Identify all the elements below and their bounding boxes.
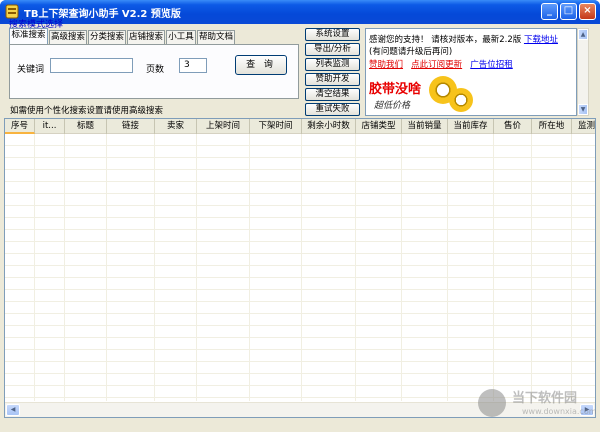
column-header[interactable]: it... (35, 119, 65, 134)
system-settings-button[interactable]: 系统设置 (305, 28, 360, 41)
sponsor-button[interactable]: 赞助开发 (305, 73, 360, 86)
results-table: 序号 it... 标题 链接 卖家 上架时间 下架时间 剩余小时数 店铺类型 当… (4, 118, 596, 418)
column-header[interactable]: 店铺类型 (356, 119, 402, 134)
subscribe-link[interactable]: 点此订阅更新 (411, 60, 462, 70)
grid-row-line (5, 182, 595, 194)
export-analyze-button[interactable]: 导出/分析 (305, 43, 360, 56)
query-button[interactable]: 查 询 (235, 55, 287, 75)
column-header[interactable]: 售价 (494, 119, 532, 134)
table-header: 序号 it... 标题 链接 卖家 上架时间 下架时间 剩余小时数 店铺类型 当… (5, 119, 595, 134)
grid-row-line (5, 158, 595, 170)
grid-row-line (5, 266, 595, 278)
grid-row-line (5, 242, 595, 254)
title-bar[interactable]: TB上下架查询小助手 V2.2 预览版 _ □ × (0, 0, 600, 24)
grid-row-line (5, 146, 595, 158)
info-line-3: 赞助我们 点此订阅更新 广告位招租 (369, 58, 513, 70)
grid-row-line (5, 314, 595, 326)
column-header[interactable]: 当前库存 (448, 119, 494, 134)
column-header[interactable]: 下架时间 (250, 119, 302, 134)
sponsor-link[interactable]: 赞助我们 (369, 60, 403, 70)
column-header[interactable]: 当前销量 (402, 119, 448, 134)
grid-row-line (5, 326, 595, 338)
grid-row-line (5, 290, 595, 302)
grid-row-line (5, 278, 595, 290)
column-header[interactable]: 监测 (572, 119, 595, 134)
tab-category-search[interactable]: 分类搜索 (88, 30, 126, 44)
grid-row-line (5, 338, 595, 350)
column-header[interactable]: 标题 (65, 119, 107, 134)
grid-row-line (5, 194, 595, 206)
grid-row-line (5, 170, 595, 182)
upgrade-text: (有问题请升级后再问) (369, 47, 453, 57)
column-header[interactable]: 上架时间 (197, 119, 250, 134)
scroll-up-icon[interactable]: ▲ (578, 29, 588, 40)
info-scrollbar[interactable]: ▲ ▼ (577, 28, 589, 116)
scroll-left-icon[interactable]: ◀ (6, 404, 20, 416)
ad-banner[interactable]: 胶带没啥 超低价格 (369, 76, 489, 115)
download-link[interactable]: 下载地址 (524, 35, 558, 45)
watermark-url: www.downxia.com (522, 407, 597, 416)
pages-label: 页数 (146, 65, 165, 75)
info-line-1: 感谢您的支持！ 请核对版本，最新2.2版 下载地址 (369, 33, 558, 45)
tab-help-docs[interactable]: 帮助文档 (197, 30, 235, 44)
column-header[interactable]: 剩余小时数 (302, 119, 356, 134)
grid-row-line (5, 134, 595, 146)
watermark: 当下软件园 www.downxia.com (478, 385, 598, 425)
scroll-down-icon[interactable]: ▼ (578, 104, 588, 115)
watermark-brand: 当下软件园 (512, 391, 578, 406)
advanced-search-hint: 如需使用个性化搜索设置请使用高级搜索 (10, 106, 164, 116)
pages-input[interactable]: 3 (179, 58, 207, 73)
column-header[interactable]: 所在地 (532, 119, 572, 134)
grid-row-line (5, 302, 595, 314)
column-header[interactable]: 链接 (107, 119, 155, 134)
retry-failed-button[interactable]: 重试失败 (305, 103, 360, 116)
tape-roll-icon (449, 88, 473, 112)
thanks-text: 感谢您的支持！ 请核对版本，最新2.2版 (369, 35, 522, 45)
tab-tools[interactable]: 小工具 (166, 30, 196, 44)
maximize-button[interactable]: □ (560, 3, 577, 20)
download-icon (478, 389, 506, 417)
tab-standard-search[interactable]: 标准搜索 (9, 28, 48, 45)
info-panel: 感谢您的支持！ 请核对版本，最新2.2版 下载地址 (有问题请升级后再问) 赞助… (365, 28, 577, 116)
clear-results-button[interactable]: 清空结果 (305, 88, 360, 101)
close-button[interactable]: × (579, 3, 596, 20)
grid-row-line (5, 350, 595, 362)
keyword-input[interactable] (50, 58, 133, 73)
ad-title: 胶带没啥 (369, 82, 422, 97)
list-monitor-button[interactable]: 列表监测 (305, 58, 360, 71)
ad-link[interactable]: 广告位招租 (470, 60, 513, 70)
column-header[interactable]: 序号 (5, 119, 35, 134)
grid-row-line (5, 230, 595, 242)
column-header[interactable]: 卖家 (155, 119, 197, 134)
grid-row-line (5, 362, 595, 374)
minimize-button[interactable]: _ (541, 3, 558, 20)
tab-advanced-search[interactable]: 高级搜索 (49, 30, 87, 44)
grid-row-line (5, 254, 595, 266)
ad-subtitle: 超低价格 (374, 101, 411, 111)
tab-shop-search[interactable]: 店铺搜索 (127, 30, 165, 44)
grid-row-line (5, 206, 595, 218)
grid-row-line (5, 218, 595, 230)
keyword-label: 关键词 (17, 65, 45, 75)
